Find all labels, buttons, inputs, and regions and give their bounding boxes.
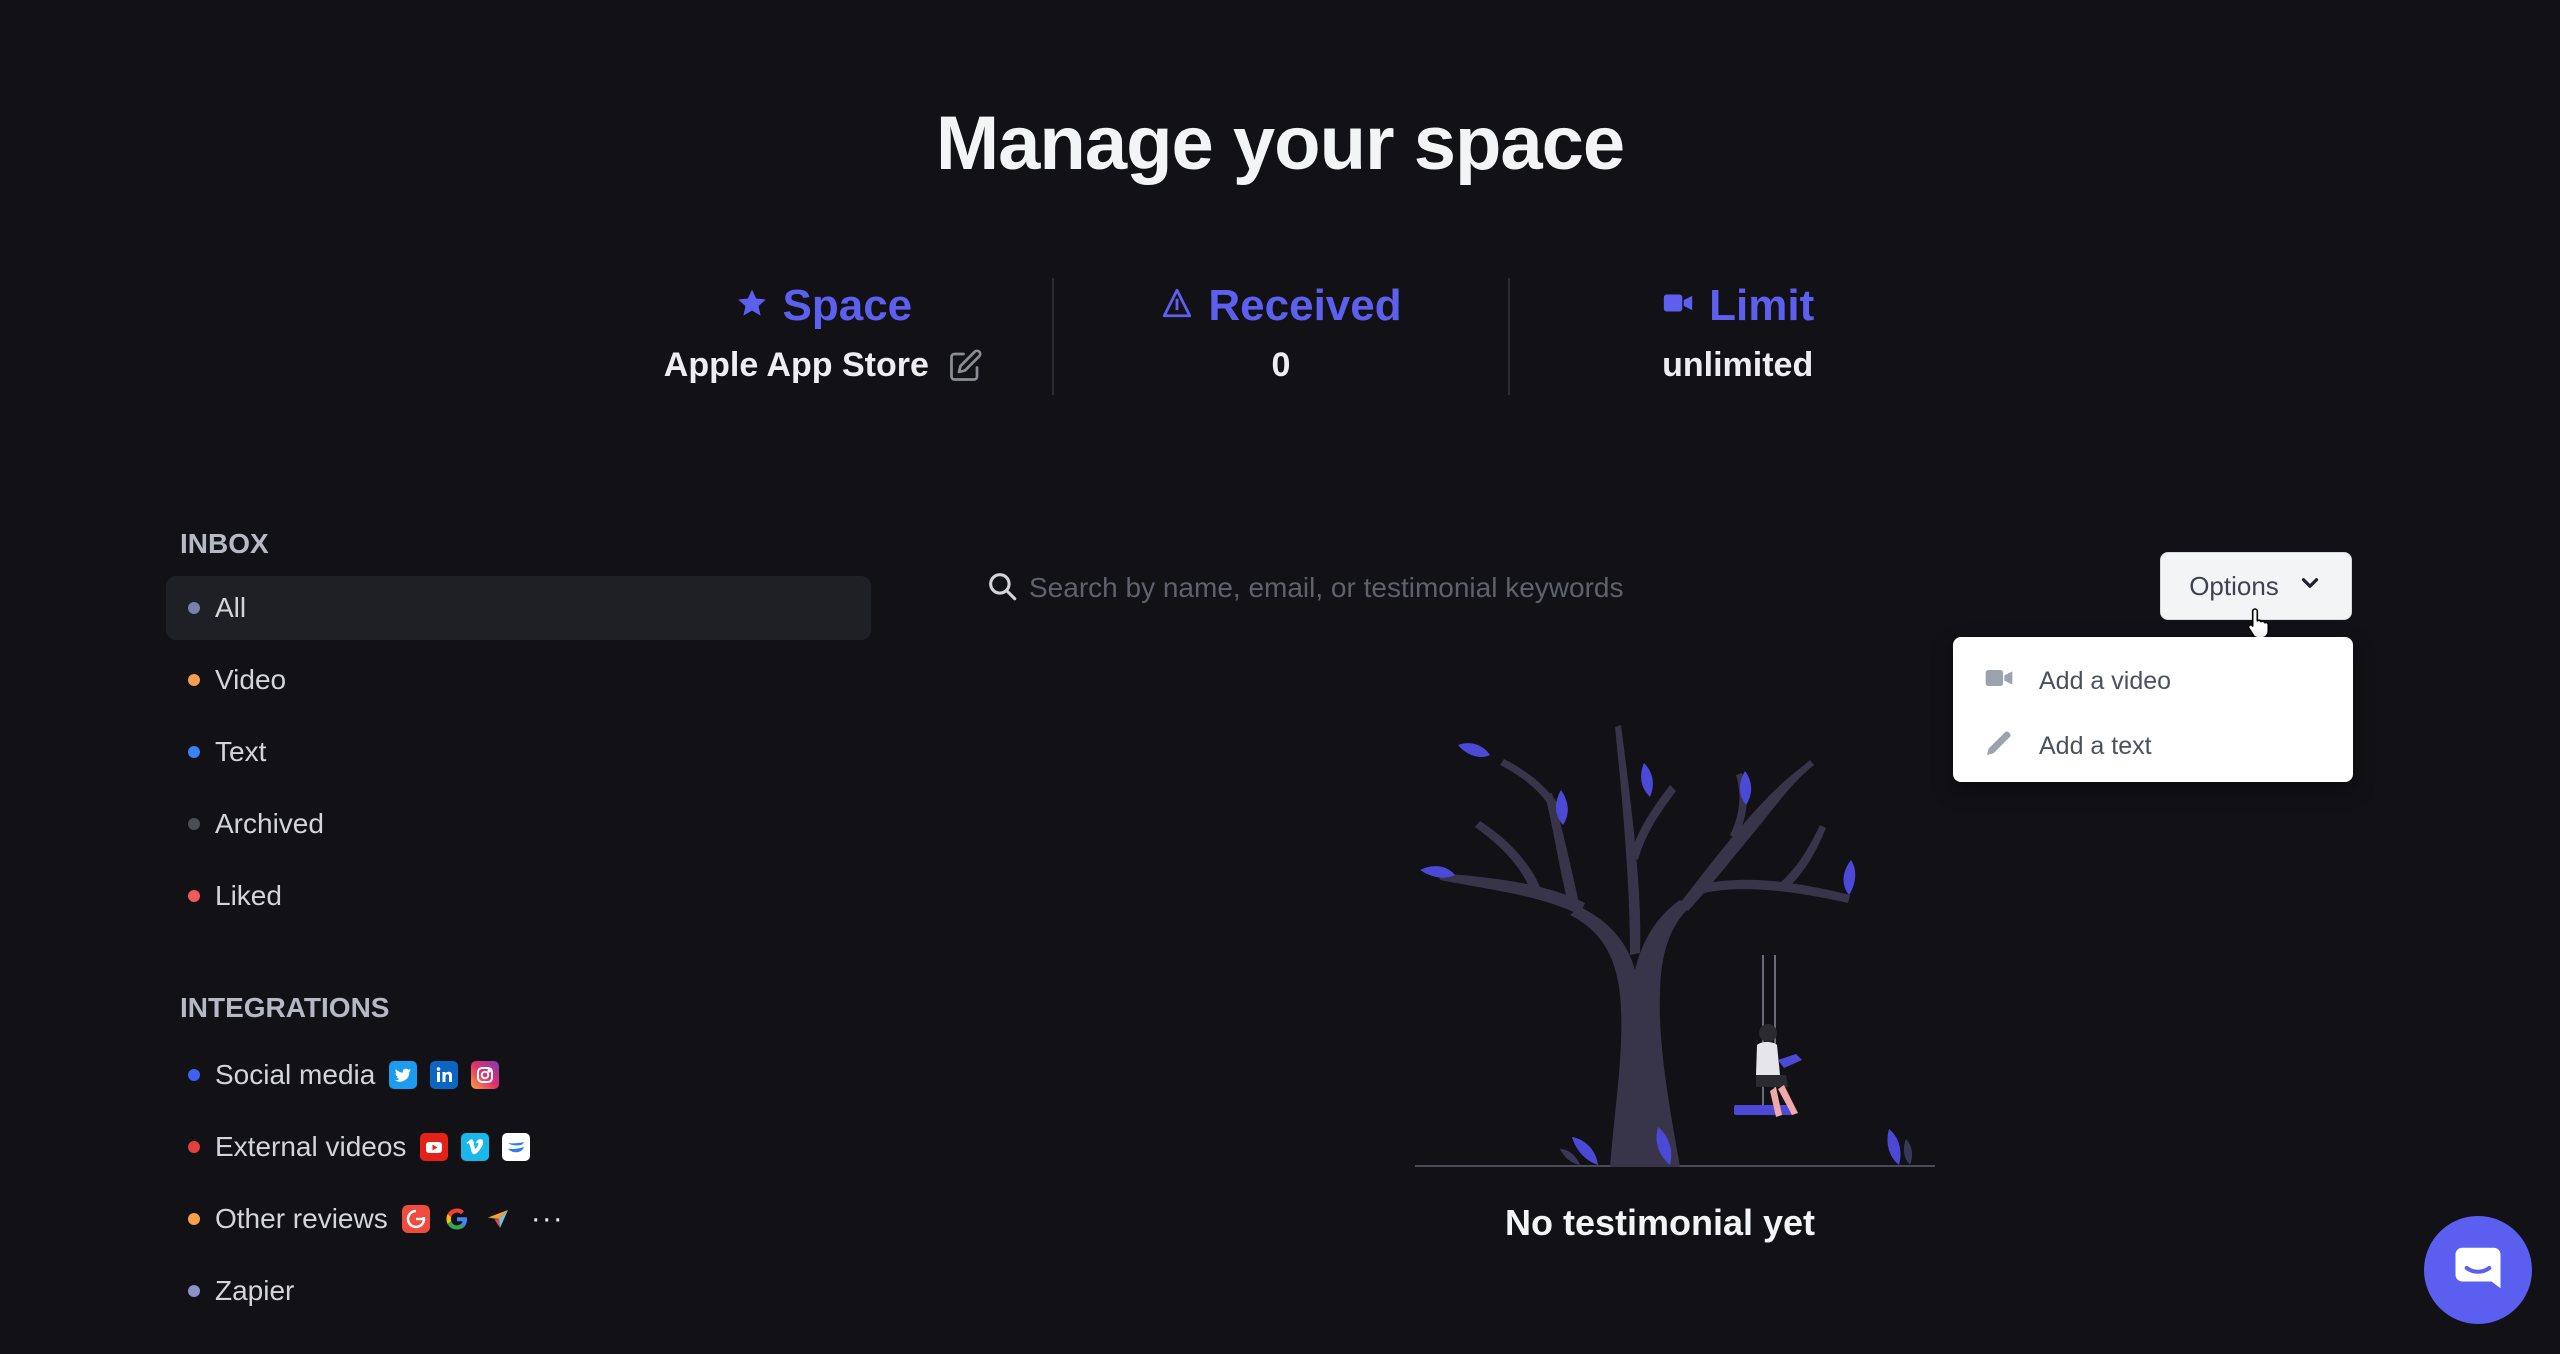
page-title: Manage your space [935,101,1625,186]
more-icon[interactable]: ··· [531,1204,564,1234]
status-dot [188,1141,200,1153]
search-icon [985,569,1029,608]
stat-limit: Limit unlimited [1508,278,1965,395]
menu-item-add-video[interactable]: Add a video [1953,649,2353,714]
empty-state-message: No testimonial yet [1504,1202,1816,1243]
sidebar-item-social-media[interactable]: Social media [166,1042,871,1108]
pencil-icon [1983,727,2039,766]
vimeo-icon [461,1133,490,1161]
received-count: 0 [1271,346,1291,384]
capterra-icon [484,1205,512,1233]
stats-bar: Space Apple App Store Received 0 Limit u… [595,278,1965,395]
stat-limit-label: Limit [1709,281,1815,330]
stat-received: Received 0 [1051,278,1509,395]
options-dropdown-menu: Add a video Add a text [1953,637,2353,782]
menu-item-add-text[interactable]: Add a text [1953,714,2353,779]
youtube-icon [420,1133,449,1161]
empty-state-tree-illustration [1415,725,1935,1167]
sidebar: INBOX All Video Text Archived Liked INTE… [166,520,871,1330]
stat-space-label: Space [782,281,913,330]
integrations-title: INTEGRATIONS [180,992,390,1023]
sidebar-item-all[interactable]: All [166,576,871,640]
linkedin-icon [430,1061,459,1089]
status-dot [188,746,200,758]
search-input[interactable] [1029,572,2135,604]
instagram-icon [471,1061,500,1089]
chevron-down-icon [2297,570,2323,603]
star-icon [735,281,769,331]
sidebar-item-archived[interactable]: Archived [166,792,871,856]
chat-launcher-button[interactable] [2424,1216,2532,1324]
wistia-icon [502,1133,531,1161]
status-dot [188,1069,200,1081]
status-dot [188,818,200,830]
sidebar-item-text[interactable]: Text [166,720,871,784]
chat-icon [2451,1241,2505,1300]
manage-space-page: Manage your space Space Apple App Store [0,0,2560,1354]
limit-value: unlimited [1662,346,1814,384]
video-camera-icon [1661,281,1695,331]
g2-icon [401,1205,430,1233]
space-name: Apple App Store [663,346,929,384]
sidebar-item-liked[interactable]: Liked [166,864,871,928]
options-label: Options [2189,570,2279,601]
search-bar [985,560,2135,616]
inbox-title: INBOX [180,528,269,559]
status-dot [188,1285,200,1297]
status-dot [188,674,200,686]
twitter-icon [389,1061,418,1089]
sidebar-item-zapier[interactable]: Zapier [166,1258,871,1324]
stat-received-label: Received [1208,281,1402,330]
hand-cursor-icon [2246,606,2276,640]
status-dot [188,1213,200,1225]
video-camera-icon [1983,662,2039,701]
edit-icon[interactable] [947,348,983,384]
sidebar-item-other-reviews[interactable]: Other reviews ··· [166,1186,871,1252]
status-dot [188,890,200,902]
triangle-icon [1160,281,1194,331]
stat-space: Space Apple App Store [595,278,1052,395]
sidebar-item-external-videos[interactable]: External videos [166,1114,871,1180]
status-dot [188,602,200,614]
sidebar-item-video[interactable]: Video [166,648,871,712]
google-icon [443,1205,471,1233]
